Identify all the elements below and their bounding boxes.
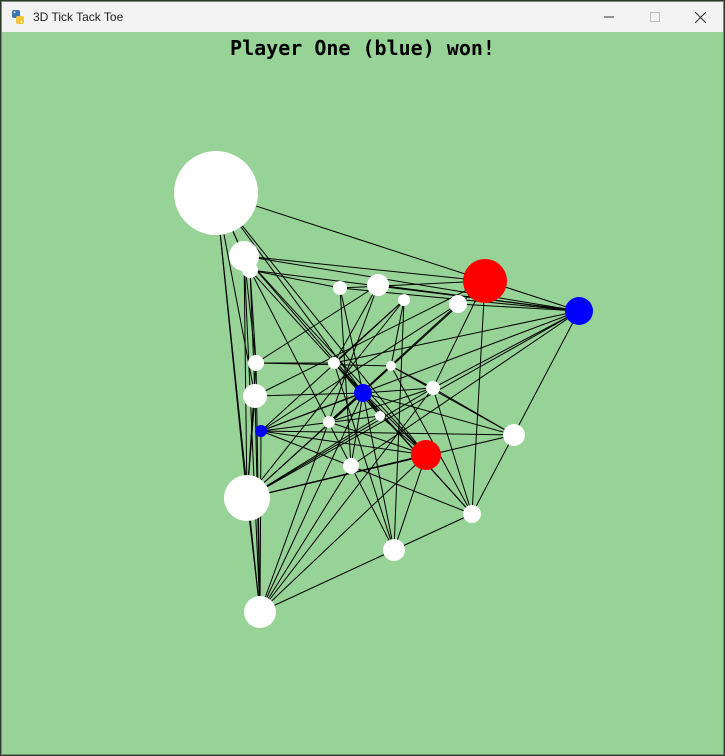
app-window: 3D Tick Tack Toe Player One (blue) won! bbox=[2, 2, 723, 754]
board-cell-empty[interactable] bbox=[463, 505, 481, 523]
board-edge bbox=[246, 392, 364, 499]
game-canvas[interactable]: Player One (blue) won! bbox=[2, 32, 723, 754]
board-edge bbox=[259, 549, 395, 613]
board-edge bbox=[333, 310, 580, 364]
board-cell-empty[interactable] bbox=[333, 281, 347, 295]
board-cell-empty[interactable] bbox=[248, 355, 264, 371]
board-cell-empty[interactable] bbox=[367, 274, 389, 296]
window-title: 3D Tick Tack Toe bbox=[33, 10, 124, 24]
board-edge bbox=[350, 465, 395, 551]
maximize-button[interactable] bbox=[632, 2, 678, 32]
board-edge bbox=[246, 454, 427, 499]
board-cell-empty[interactable] bbox=[242, 262, 258, 278]
board-edge bbox=[471, 280, 486, 515]
board-cell-player-one[interactable] bbox=[255, 425, 267, 437]
python-icon bbox=[10, 9, 26, 25]
board-cell-player-two[interactable] bbox=[411, 440, 441, 470]
board-edge bbox=[393, 513, 473, 551]
minimize-button[interactable] bbox=[586, 2, 632, 32]
board-edge bbox=[243, 255, 580, 312]
close-icon bbox=[694, 11, 706, 23]
board-cell-empty[interactable] bbox=[383, 539, 405, 561]
board-edge bbox=[350, 392, 364, 467]
board-cell-empty[interactable] bbox=[328, 357, 340, 369]
board-cell-empty[interactable] bbox=[243, 384, 267, 408]
board-graph[interactable] bbox=[2, 32, 723, 754]
board-cell-empty[interactable] bbox=[426, 381, 440, 395]
board-cell-empty[interactable] bbox=[323, 416, 335, 428]
board-cell-empty[interactable] bbox=[503, 424, 525, 446]
board-cell-empty[interactable] bbox=[375, 411, 385, 421]
board-cell-empty[interactable] bbox=[449, 295, 467, 313]
board-edge bbox=[350, 465, 473, 515]
board-edge bbox=[259, 430, 262, 613]
title-bar[interactable]: 3D Tick Tack Toe bbox=[2, 2, 723, 32]
board-cell-empty[interactable] bbox=[244, 596, 276, 628]
board-cell-player-two[interactable] bbox=[463, 259, 507, 303]
board-cell-player-one[interactable] bbox=[354, 384, 372, 402]
board-edge bbox=[260, 430, 352, 467]
board-cell-empty[interactable] bbox=[174, 151, 258, 235]
board-edge bbox=[393, 454, 427, 551]
maximize-icon bbox=[650, 12, 660, 22]
board-cell-empty[interactable] bbox=[343, 458, 359, 474]
board-cell-empty[interactable] bbox=[398, 294, 410, 306]
board-edge bbox=[432, 310, 580, 389]
game-status-text: Player One (blue) won! bbox=[230, 36, 495, 60]
board-edge bbox=[246, 387, 434, 499]
board-edge bbox=[260, 415, 381, 432]
minimize-icon bbox=[604, 16, 614, 18]
board-edge bbox=[350, 310, 580, 467]
board-cell-empty[interactable] bbox=[224, 475, 270, 521]
close-button[interactable] bbox=[677, 2, 723, 32]
board-edge bbox=[259, 284, 379, 613]
board-cell-empty[interactable] bbox=[386, 361, 396, 371]
board-cell-player-one[interactable] bbox=[565, 297, 593, 325]
